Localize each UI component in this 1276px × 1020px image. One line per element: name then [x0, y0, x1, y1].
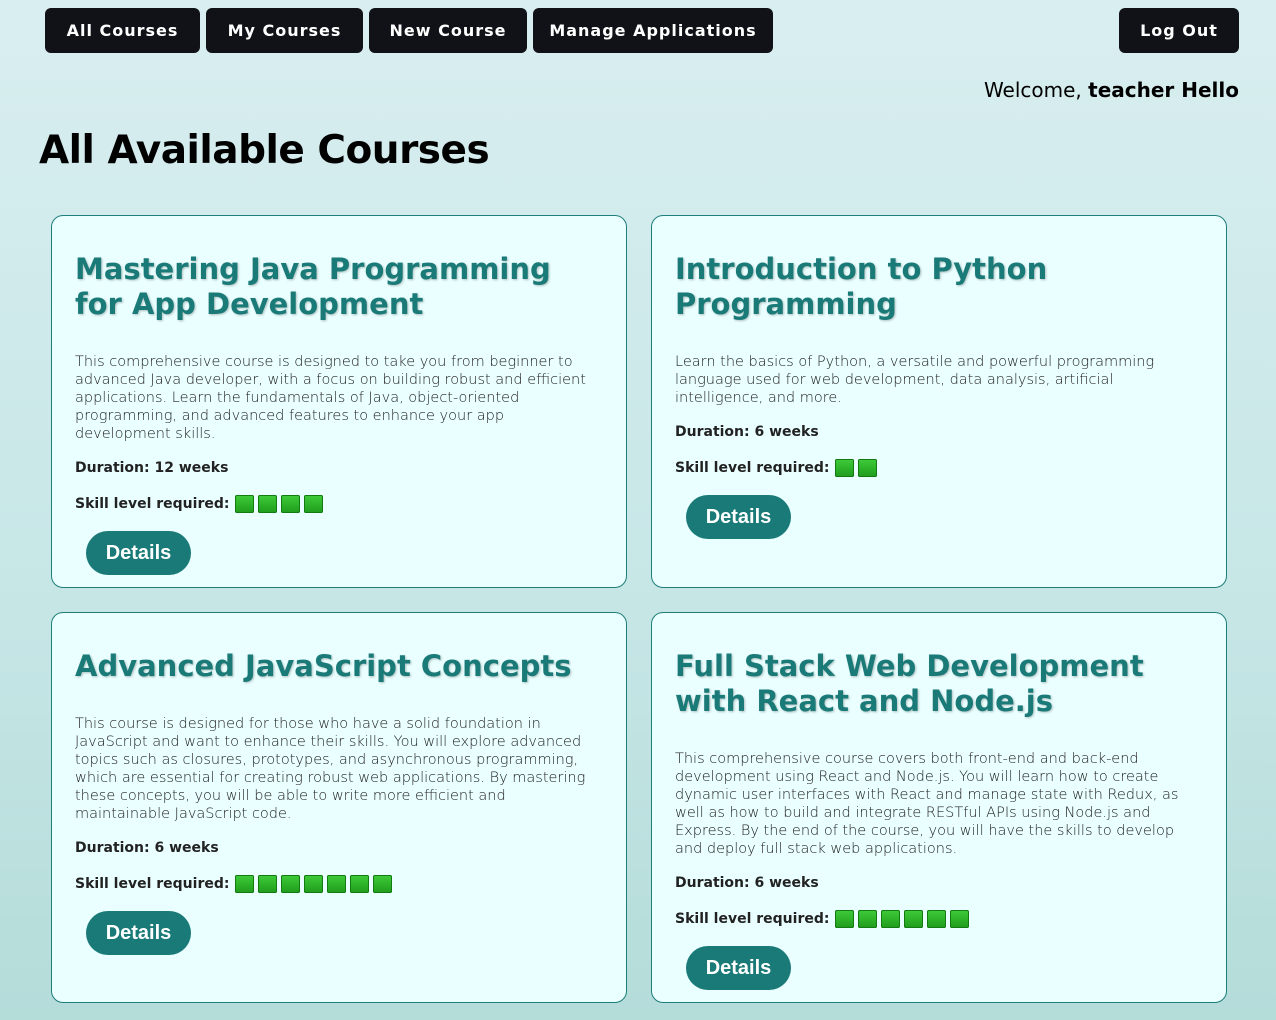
skill-square-icon: [327, 875, 347, 893]
my-courses-button[interactable]: My Courses: [206, 8, 363, 53]
course-description: This comprehensive course is designed to…: [75, 354, 586, 442]
skill-level: Skill level required:: [675, 910, 1204, 928]
skill-square-icon: [881, 910, 901, 928]
skill-square-icon: [350, 875, 370, 893]
skill-square-icon: [858, 910, 878, 928]
welcome-username: teacher Hello: [1088, 78, 1239, 102]
skill-level: Skill level required:: [75, 495, 604, 513]
skill-square-icon: [304, 495, 324, 513]
course-title: Introduction to Python Programming: [675, 252, 1048, 321]
course-card: Mastering Java Programming for App Devel…: [51, 215, 627, 588]
skill-square-icon: [373, 875, 393, 893]
details-button[interactable]: Details: [686, 946, 791, 990]
skill-level-label: Skill level required:: [75, 496, 230, 512]
skill-square-icon: [281, 495, 301, 513]
course-description: This course is designed for those who ha…: [75, 716, 586, 822]
course-description: This comprehensive course covers both fr…: [675, 751, 1179, 857]
manage-applications-button[interactable]: Manage Applications: [533, 8, 773, 53]
course-duration: Duration: 12 weeks: [75, 460, 229, 476]
welcome-message: Welcome, teacher Hello: [984, 78, 1239, 102]
skill-square-icon: [835, 910, 855, 928]
skill-square-icon: [281, 875, 301, 893]
details-button[interactable]: Details: [86, 911, 191, 955]
skill-level-label: Skill level required:: [675, 911, 830, 927]
skill-level-indicator: [235, 495, 324, 513]
skill-level: Skill level required:: [675, 459, 1204, 477]
details-button[interactable]: Details: [86, 531, 191, 575]
new-course-button[interactable]: New Course: [369, 8, 527, 53]
skill-square-icon: [858, 459, 878, 477]
course-title: Full Stack Web Development with React an…: [675, 649, 1144, 718]
skill-level-indicator: [835, 910, 970, 928]
skill-level: Skill level required:: [75, 875, 604, 893]
course-card: Advanced JavaScript Concepts This course…: [51, 612, 627, 1003]
skill-square-icon: [950, 910, 970, 928]
course-duration: Duration: 6 weeks: [675, 424, 819, 440]
course-title: Advanced JavaScript Concepts: [75, 649, 572, 683]
skill-square-icon: [927, 910, 947, 928]
course-card: Full Stack Web Development with React an…: [651, 612, 1227, 1003]
skill-square-icon: [304, 875, 324, 893]
skill-square-icon: [904, 910, 924, 928]
course-duration: Duration: 6 weeks: [675, 875, 819, 891]
log-out-button[interactable]: Log Out: [1119, 8, 1239, 53]
course-title: Mastering Java Programming for App Devel…: [75, 252, 551, 321]
skill-square-icon: [235, 495, 255, 513]
skill-square-icon: [258, 875, 278, 893]
skill-level-label: Skill level required:: [75, 876, 230, 892]
welcome-prefix: Welcome,: [983, 78, 1089, 102]
skill-level-label: Skill level required:: [675, 460, 830, 476]
all-courses-button[interactable]: All Courses: [45, 8, 200, 53]
course-duration: Duration: 6 weeks: [75, 840, 219, 856]
skill-square-icon: [835, 459, 855, 477]
skill-level-indicator: [235, 875, 393, 893]
page-title: All Available Courses: [39, 128, 490, 173]
course-card: Introduction to Python Programming Learn…: [651, 215, 1227, 588]
skill-square-icon: [235, 875, 255, 893]
details-button[interactable]: Details: [686, 495, 791, 539]
course-description: Learn the basics of Python, a versatile …: [675, 354, 1155, 406]
skill-square-icon: [258, 495, 278, 513]
skill-level-indicator: [835, 459, 878, 477]
top-nav: All Courses My Courses New Course Manage…: [45, 8, 773, 53]
